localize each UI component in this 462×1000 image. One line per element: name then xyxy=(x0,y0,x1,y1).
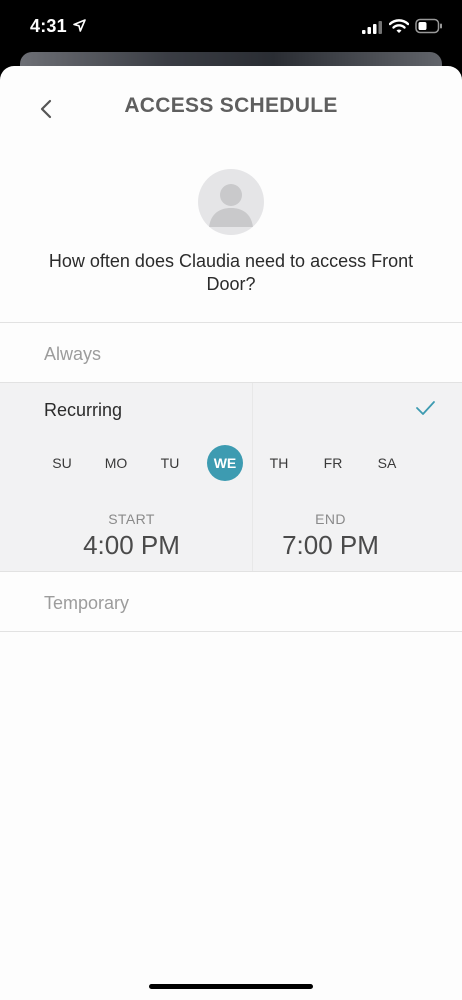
option-temporary[interactable]: Temporary xyxy=(0,571,462,631)
option-recurring-label: Recurring xyxy=(44,400,123,420)
wifi-icon xyxy=(389,19,409,33)
option-temporary-label: Temporary xyxy=(44,593,130,613)
end-time-value: 7:00 PM xyxy=(282,530,379,560)
day-sunday[interactable]: SU xyxy=(44,445,80,481)
user-placeholder-icon xyxy=(209,184,253,227)
checkmark-icon xyxy=(416,401,435,415)
recurring-header[interactable]: Recurring xyxy=(0,383,462,435)
day-tuesday[interactable]: TU xyxy=(152,445,188,481)
avatar xyxy=(198,169,264,235)
access-schedule-sheet: ACCESS SCHEDULE How often does Claudia n… xyxy=(0,66,462,1000)
option-recurring: Recurring SU MO TU WE TH FR SA START 4:0… xyxy=(0,383,462,571)
option-always-label: Always xyxy=(44,344,102,364)
option-always[interactable]: Always xyxy=(0,322,462,383)
divider xyxy=(0,631,462,632)
day-saturday[interactable]: SA xyxy=(369,445,405,481)
day-thursday[interactable]: TH xyxy=(261,445,297,481)
signal-icon xyxy=(362,21,382,34)
access-frequency-question: How often does Claudia need to access Fr… xyxy=(48,251,414,294)
day-selector: SU MO TU WE TH FR SA xyxy=(0,445,462,481)
start-time-value: 4:00 PM xyxy=(83,530,180,560)
location-arrow-icon xyxy=(73,19,86,32)
page-title: ACCESS SCHEDULE xyxy=(124,94,338,117)
status-time: 4:31 xyxy=(30,16,67,36)
day-friday[interactable]: FR xyxy=(315,445,351,481)
status-bar: 4:31 xyxy=(0,0,462,58)
start-time-picker[interactable]: START 4:00 PM xyxy=(16,503,247,571)
day-wednesday[interactable]: WE xyxy=(207,445,243,481)
day-monday[interactable]: MO xyxy=(98,445,134,481)
end-time-picker[interactable]: END 7:00 PM xyxy=(215,503,446,571)
end-time-label: END xyxy=(315,511,346,527)
home-indicator xyxy=(149,984,313,989)
battery-icon xyxy=(415,18,442,34)
start-time-label: START xyxy=(108,511,155,527)
